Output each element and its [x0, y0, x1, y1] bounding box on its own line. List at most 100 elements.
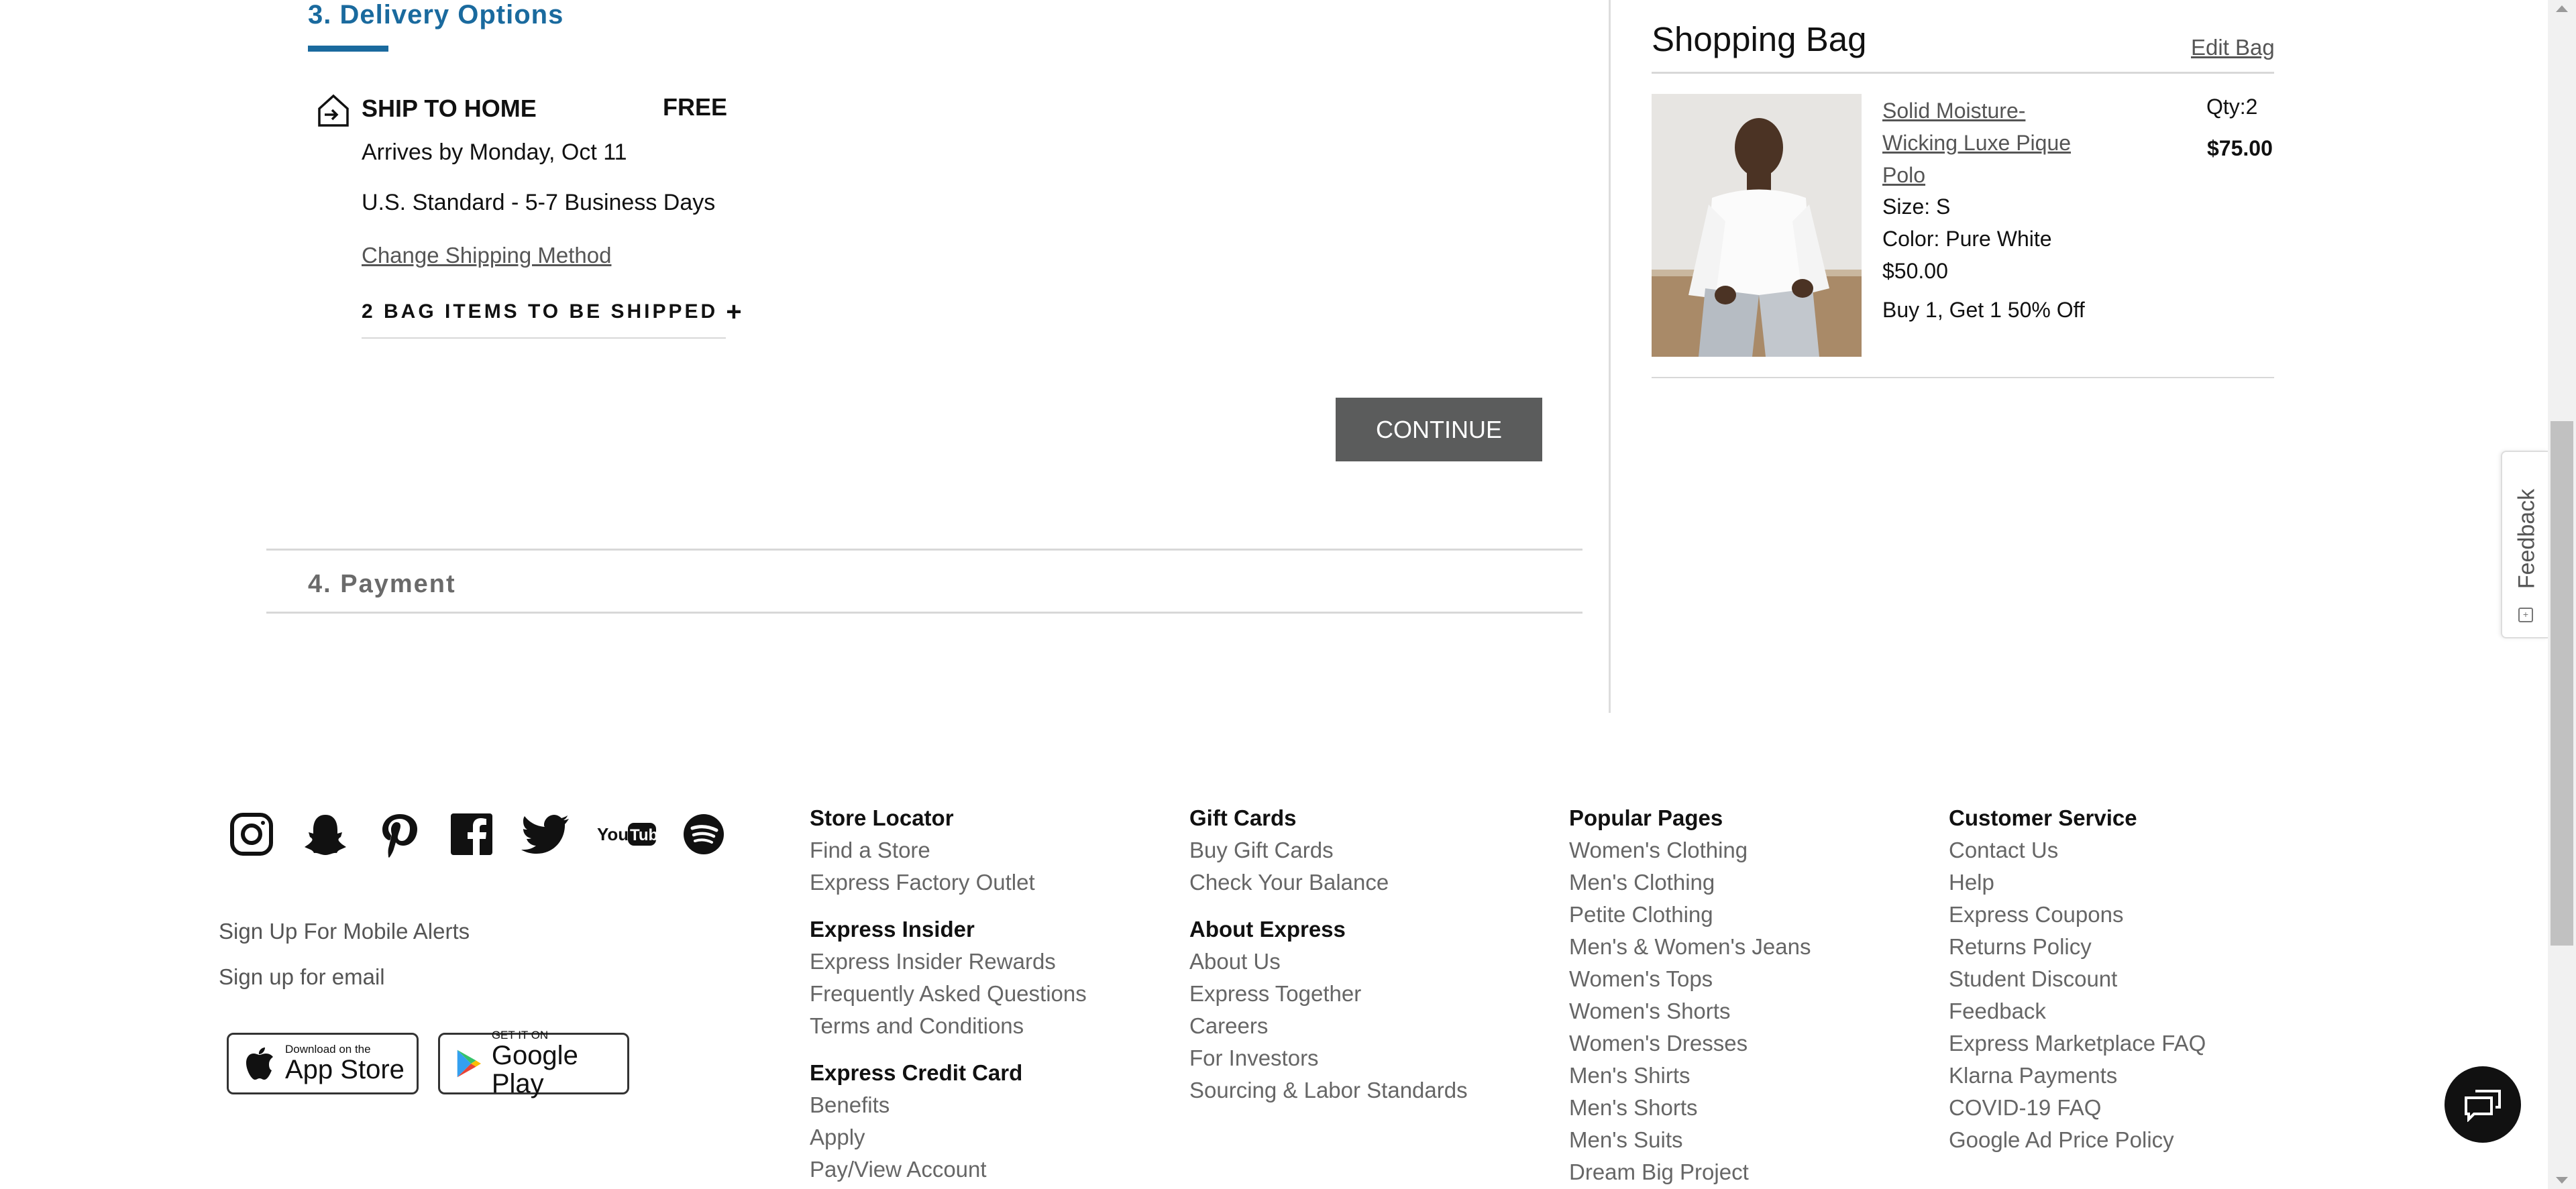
- pay-account-link[interactable]: Pay/View Account: [810, 1153, 1087, 1186]
- scrollbar-thumb[interactable]: [2551, 421, 2573, 946]
- plus-icon: +: [726, 297, 742, 327]
- find-store-link[interactable]: Find a Store: [810, 834, 1087, 866]
- footer-link[interactable]: Google Ad Price Policy: [1949, 1124, 2206, 1156]
- insider-rewards-link[interactable]: Express Insider Rewards: [810, 946, 1087, 978]
- careers-link[interactable]: Careers: [1189, 1010, 1468, 1042]
- store-locator-heading: Store Locator: [810, 805, 954, 830]
- change-shipping-method-link[interactable]: Change Shipping Method: [362, 243, 611, 268]
- terms-link[interactable]: Terms and Conditions: [810, 1010, 1087, 1042]
- product-price: $50.00: [1882, 259, 1948, 283]
- footer-link[interactable]: Student Discount: [1949, 963, 2206, 995]
- footer-link[interactable]: Klarna Payments: [1949, 1060, 2206, 1092]
- product-name-link[interactable]: Solid Moisture- Wicking Luxe Pique Polo: [1882, 95, 2071, 191]
- ship-to-home-label: SHIP TO HOME: [362, 95, 537, 122]
- youtube-icon[interactable]: YouTube: [597, 820, 656, 848]
- express-together-link[interactable]: Express Together: [1189, 978, 1468, 1010]
- footer-link[interactable]: Men's Clothing: [1569, 866, 1811, 899]
- product-name-line: Solid Moisture-: [1882, 99, 2026, 123]
- product-size: Size: S: [1882, 194, 1951, 219]
- credit-card-heading: Express Credit Card: [810, 1060, 1023, 1085]
- footer-col-2: Gift Cards Buy Gift Cards Check Your Bal…: [1189, 802, 1468, 1107]
- footer-link[interactable]: Men's Suits: [1569, 1124, 1811, 1156]
- footer-link[interactable]: Express Coupons: [1949, 899, 2206, 931]
- payment-step-title[interactable]: 4. Payment: [308, 570, 456, 599]
- scroll-down-arrow[interactable]: [2556, 1177, 2568, 1184]
- divider: [266, 612, 1582, 614]
- benefits-link[interactable]: Benefits: [810, 1089, 1087, 1121]
- footer-link[interactable]: Help: [1949, 866, 2206, 899]
- footer-link[interactable]: Men's & Women's Jeans: [1569, 931, 1811, 963]
- popular-pages-heading: Popular Pages: [1569, 805, 1723, 830]
- footer-link[interactable]: Women's Tops: [1569, 963, 1811, 995]
- google-play-icon: [457, 1050, 481, 1078]
- feedback-label: Feedback: [2514, 488, 2540, 589]
- spotify-icon[interactable]: [683, 813, 724, 855]
- footer-link[interactable]: Contact Us: [1949, 834, 2206, 866]
- facebook-icon[interactable]: [449, 812, 494, 856]
- bag-items-toggle[interactable]: 2 BAG ITEMS TO BE SHIPPED +: [362, 297, 742, 327]
- factory-outlet-link[interactable]: Express Factory Outlet: [810, 866, 1087, 899]
- footer-link[interactable]: Returns Policy: [1949, 931, 2206, 963]
- pinterest-icon[interactable]: [376, 811, 423, 858]
- google-play-big-text: Google Play: [491, 1041, 578, 1098]
- footer-link[interactable]: Express Marketplace FAQ: [1949, 1027, 2206, 1060]
- about-heading: About Express: [1189, 917, 1346, 942]
- product-image[interactable]: [1652, 94, 1862, 357]
- feedback-icon: +: [2518, 608, 2533, 622]
- arrival-date: Arrives by Monday, Oct 11: [362, 139, 627, 165]
- divider: [1652, 377, 2274, 378]
- twitter-icon[interactable]: [521, 813, 570, 855]
- footer-link[interactable]: Dream Big Project: [1569, 1156, 1811, 1188]
- shipping-method: U.S. Standard - 5-7 Business Days: [362, 190, 716, 215]
- insider-heading: Express Insider: [810, 917, 975, 942]
- product-promo: Buy 1, Get 1 50% Off: [1882, 298, 2085, 322]
- faq-link[interactable]: Frequently Asked Questions: [810, 978, 1087, 1010]
- continue-button[interactable]: CONTINUE: [1336, 398, 1542, 461]
- google-play-small-text: GET IT ON: [491, 1029, 549, 1041]
- product-total: $75.00: [2207, 136, 2273, 160]
- footer-link[interactable]: Women's Dresses: [1569, 1027, 1811, 1060]
- chat-icon: [2465, 1090, 2501, 1122]
- footer-link[interactable]: Women's Shorts: [1569, 995, 1811, 1027]
- app-store-badge[interactable]: Download on the App Store: [227, 1033, 419, 1094]
- footer-link[interactable]: COVID-19 FAQ: [1949, 1092, 2206, 1124]
- edit-bag-link[interactable]: Edit Bag: [2191, 35, 2275, 60]
- divider: [362, 337, 726, 339]
- email-signup-link[interactable]: Sign up for email: [219, 964, 385, 990]
- footer-link[interactable]: Feedback: [1949, 995, 2206, 1027]
- footer-link[interactable]: Petite Clothing: [1569, 899, 1811, 931]
- footer-link[interactable]: Men's Shirts: [1569, 1060, 1811, 1092]
- feedback-tab[interactable]: Feedback +: [2501, 451, 2548, 638]
- footer-col-3: Popular Pages Women's Clothing Men's Clo…: [1569, 802, 1811, 1188]
- footer-col-4: Customer Service Contact Us Help Express…: [1949, 802, 2206, 1156]
- svg-text:Tube: Tube: [630, 826, 656, 844]
- gift-cards-heading: Gift Cards: [1189, 805, 1297, 830]
- sourcing-link[interactable]: Sourcing & Labor Standards: [1189, 1074, 1468, 1107]
- google-play-badge[interactable]: GET IT ON Google Play: [438, 1029, 629, 1098]
- apply-link[interactable]: Apply: [810, 1121, 1087, 1153]
- about-us-link[interactable]: About Us: [1189, 946, 1468, 978]
- footer-link[interactable]: Men's Shorts: [1569, 1092, 1811, 1124]
- svg-text:You: You: [597, 824, 629, 844]
- app-store-small-text: Download on the: [285, 1043, 371, 1056]
- bag-title: Shopping Bag: [1652, 20, 1867, 58]
- divider: [1652, 72, 2274, 74]
- instagram-icon[interactable]: [228, 811, 275, 858]
- footer-link[interactable]: Women's Clothing: [1569, 834, 1811, 866]
- buy-gift-cards-link[interactable]: Buy Gift Cards: [1189, 834, 1468, 866]
- check-balance-link[interactable]: Check Your Balance: [1189, 866, 1468, 899]
- mobile-alerts-link[interactable]: Sign Up For Mobile Alerts: [219, 919, 470, 944]
- investors-link[interactable]: For Investors: [1189, 1042, 1468, 1074]
- shipping-price: FREE: [663, 93, 728, 121]
- ship-home-icon: [315, 93, 352, 129]
- chat-button[interactable]: [2445, 1066, 2521, 1143]
- scrollbar[interactable]: [2548, 0, 2576, 1189]
- apple-icon: [246, 1048, 273, 1080]
- snapchat-icon[interactable]: [302, 811, 349, 858]
- delivery-step-title: 3. Delivery Options: [308, 0, 564, 30]
- product-color: Color: Pure White: [1882, 227, 2052, 251]
- social-icons: YouTube: [228, 806, 724, 862]
- scroll-up-arrow[interactable]: [2556, 5, 2568, 12]
- product-name-line: Polo: [1882, 163, 1926, 187]
- app-store-big-text: App Store: [285, 1055, 405, 1084]
